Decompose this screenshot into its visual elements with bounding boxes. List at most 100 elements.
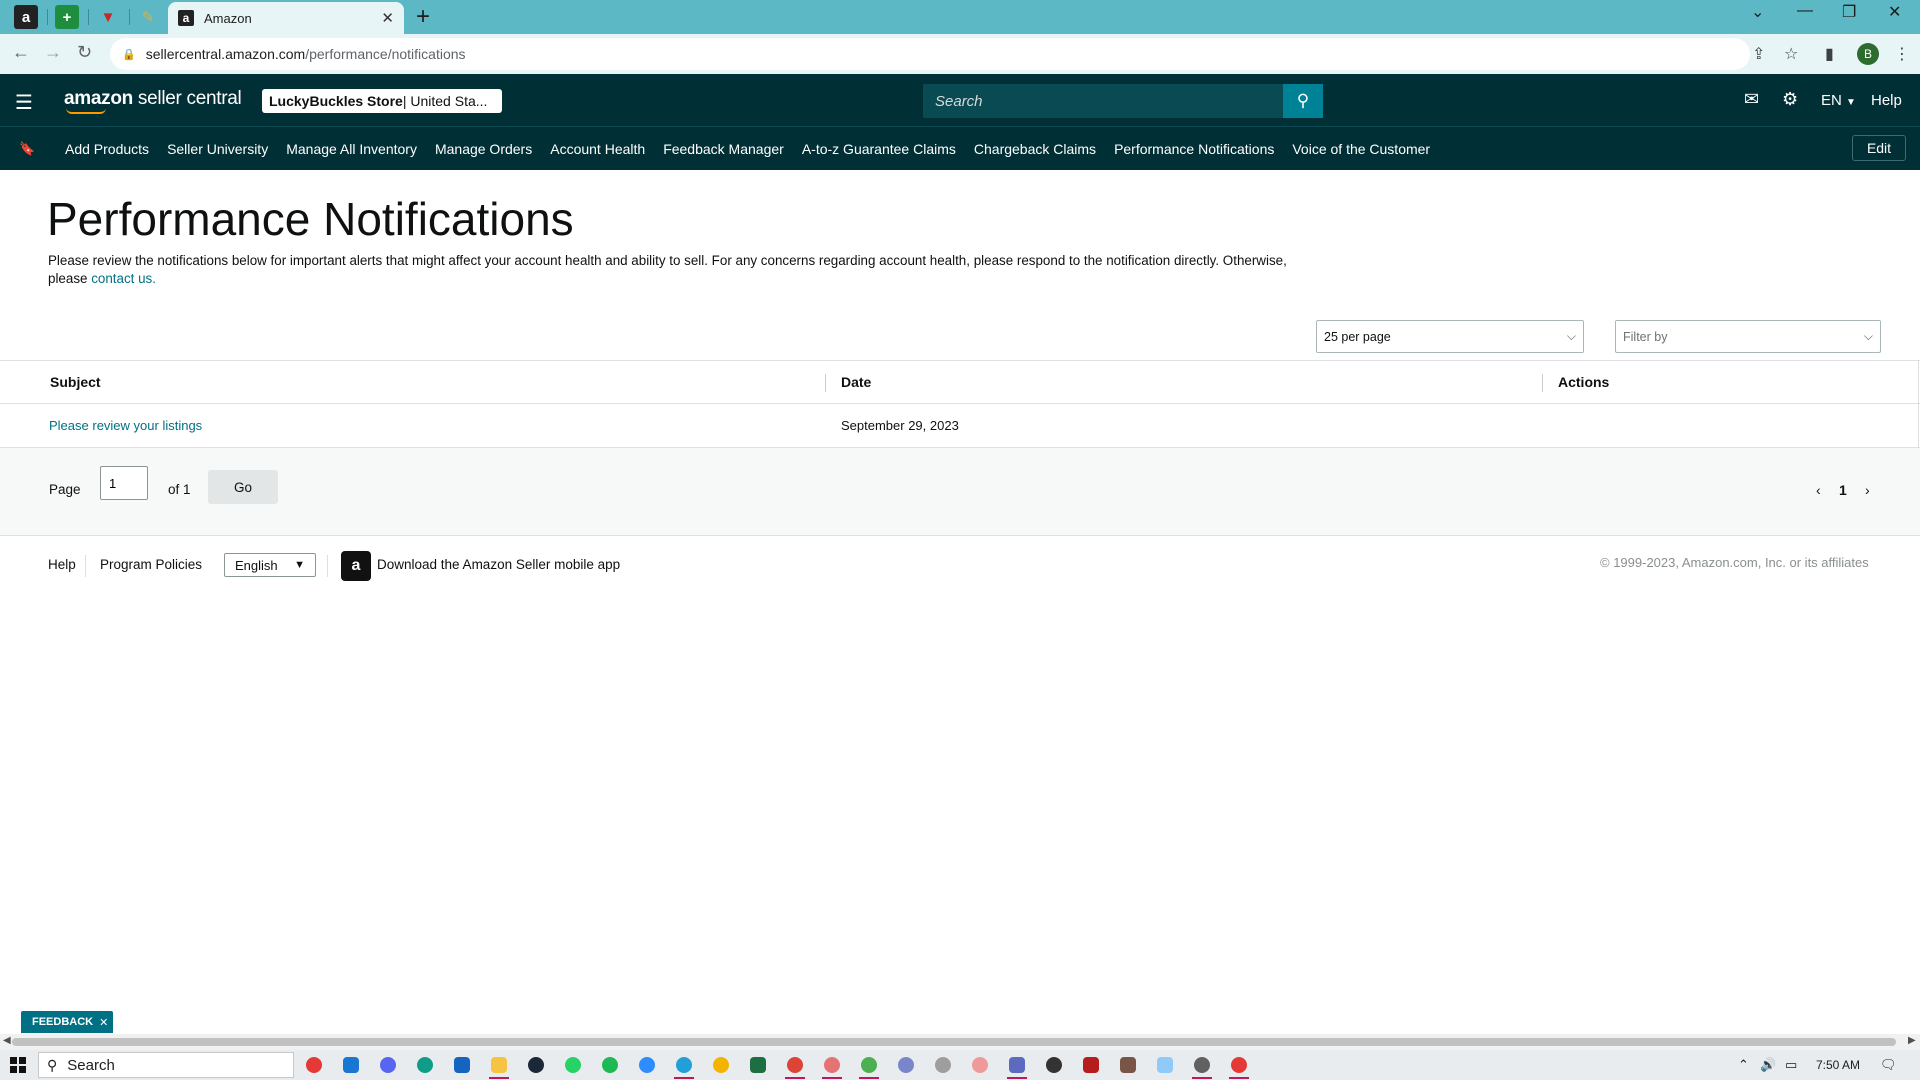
paint-icon[interactable]	[968, 1050, 992, 1080]
page-footer: Help Program Policies English ▼ a Downlo…	[0, 537, 1920, 593]
feedback-tab[interactable]: FEEDBACK ✕	[21, 1011, 113, 1033]
hamburger-menu-icon[interactable]: ☰	[15, 90, 33, 115]
chrome-profile-icon[interactable]	[857, 1050, 881, 1080]
taskbar-search[interactable]: ⚲ Search	[38, 1052, 294, 1078]
remote-app-icon[interactable]	[1227, 1050, 1251, 1080]
help-link[interactable]: Help	[1871, 92, 1902, 109]
prev-page-icon[interactable]: ‹	[1816, 482, 1821, 498]
filter-by-select[interactable]: Filter by ⌵	[1615, 320, 1881, 353]
minimize-button[interactable]: —	[1797, 2, 1813, 20]
edge-icon[interactable]	[413, 1050, 437, 1080]
restore-button[interactable]: ❐	[1842, 2, 1856, 22]
amazon-seller-app-icon[interactable]: a	[341, 551, 371, 581]
download-app-link[interactable]: Download the Amazon Seller mobile app	[377, 557, 620, 572]
star-icon[interactable]: ☆	[1784, 44, 1798, 64]
back-button[interactable]: ←	[12, 42, 30, 63]
file-explorer-icon[interactable]	[487, 1050, 511, 1080]
chrome-icon[interactable]	[709, 1050, 733, 1080]
zoom-icon[interactable]	[635, 1050, 659, 1080]
search-input[interactable]	[923, 84, 1283, 118]
scroll-left-icon[interactable]: ◀	[3, 1035, 11, 1046]
settings-icon[interactable]	[1190, 1050, 1214, 1080]
seller-central-logo[interactable]: amazon seller central	[64, 88, 242, 110]
chevron-down-icon: ⌵	[1566, 329, 1576, 343]
nav-link-seller-university[interactable]: Seller University	[158, 141, 277, 157]
share-icon[interactable]: ⇪	[1752, 44, 1765, 64]
tab-separator	[129, 9, 130, 25]
chrome-profile-icon[interactable]	[894, 1050, 918, 1080]
footer-help-link[interactable]: Help	[48, 557, 76, 572]
mail-app-icon[interactable]	[339, 1050, 363, 1080]
taskbar-clock[interactable]: 7:50 AM	[1816, 1058, 1860, 1072]
new-tab-button[interactable]: +	[416, 3, 430, 31]
battery-icon[interactable]: ▭	[1785, 1057, 1797, 1073]
close-tab-icon[interactable]: ✕	[381, 9, 394, 27]
reload-button[interactable]: ↻	[77, 42, 92, 63]
side-panel-icon[interactable]: ▮	[1825, 44, 1834, 64]
close-window-button[interactable]: ✕	[1888, 2, 1901, 22]
spotify-icon[interactable]	[598, 1050, 622, 1080]
search-icon: ⚲	[47, 1056, 58, 1073]
horizontal-scrollbar[interactable]: ◀ ▶	[0, 1034, 1920, 1050]
scroll-right-icon[interactable]: ▶	[1908, 1035, 1916, 1046]
menu-kebab-icon[interactable]: ⋮	[1894, 44, 1910, 64]
chrome-profile-icon[interactable]	[931, 1050, 955, 1080]
windows-start-icon[interactable]	[10, 1057, 26, 1073]
nav-link-chargeback-claims[interactable]: Chargeback Claims	[965, 141, 1105, 157]
search-button[interactable]: ⚲	[1283, 84, 1323, 118]
notes-icon[interactable]	[1116, 1050, 1140, 1080]
whatsapp-icon[interactable]	[561, 1050, 585, 1080]
per-page-select[interactable]: 25 per page ⌵	[1316, 320, 1584, 353]
excel-icon[interactable]	[746, 1050, 770, 1080]
edit-nav-button[interactable]: Edit	[1852, 135, 1906, 161]
steam-icon[interactable]	[524, 1050, 548, 1080]
tray-chevron-icon[interactable]: ⌃	[1738, 1057, 1749, 1073]
footer-language-select[interactable]: English ▼	[224, 553, 316, 577]
nav-link-manage-all-inventory[interactable]: Manage All Inventory	[277, 141, 426, 157]
forward-button[interactable]: →	[44, 42, 62, 63]
nav-link-performance-notifications[interactable]: Performance Notifications	[1105, 141, 1283, 157]
chrome-profile-icon[interactable]	[820, 1050, 844, 1080]
current-page-number[interactable]: 1	[1839, 482, 1847, 498]
profile-avatar[interactable]: B	[1857, 43, 1879, 65]
url-bar[interactable]: 🔒 sellercentral.amazon.com/performance/n…	[110, 38, 1750, 70]
scrollbar-thumb[interactable]	[12, 1038, 1896, 1046]
notification-subject-link[interactable]: Please review your listings	[49, 418, 202, 433]
tab-search-icon[interactable]: ⌄	[1751, 2, 1764, 22]
contact-us-link[interactable]: contact us.	[91, 271, 156, 286]
pencil-favicon-icon[interactable]: ✎	[136, 5, 160, 29]
nav-link-voice-of-customer[interactable]: Voice of the Customer	[1283, 141, 1439, 157]
nav-link-feedback-manager[interactable]: Feedback Manager	[654, 141, 793, 157]
pinned-tab-icon[interactable]: ▼	[96, 5, 120, 29]
notepad-icon[interactable]	[1153, 1050, 1177, 1080]
nav-link-account-health[interactable]: Account Health	[541, 141, 654, 157]
mail-icon[interactable]: ✉	[1744, 89, 1759, 110]
store-icon[interactable]	[450, 1050, 474, 1080]
go-button[interactable]: Go	[208, 470, 278, 504]
amazon-favicon-icon[interactable]: a	[14, 5, 38, 29]
page-number-input[interactable]	[100, 466, 148, 500]
telegram-icon[interactable]	[672, 1050, 696, 1080]
bookmark-icon[interactable]: 🔖	[19, 141, 35, 157]
app-record-icon[interactable]	[302, 1050, 326, 1080]
sheets-favicon-icon[interactable]: +	[55, 5, 79, 29]
obs-icon[interactable]	[1042, 1050, 1066, 1080]
lock-icon[interactable]: 🔒	[122, 48, 136, 61]
chrome-profile-icon[interactable]	[783, 1050, 807, 1080]
program-policies-link[interactable]: Program Policies	[100, 557, 202, 572]
next-page-icon[interactable]: ›	[1865, 482, 1870, 498]
close-icon[interactable]: ✕	[99, 1016, 108, 1029]
gear-icon[interactable]: ⚙	[1782, 89, 1798, 110]
store-selector[interactable]: LuckyBuckles Store | United Sta...	[262, 89, 502, 113]
notifications-icon[interactable]: 🗨	[1880, 1057, 1897, 1073]
volume-icon[interactable]: 🔊	[1760, 1057, 1776, 1073]
discord-icon[interactable]	[376, 1050, 400, 1080]
column-header-actions: Actions	[1558, 374, 1610, 390]
active-tab[interactable]: a Amazon ✕	[168, 2, 404, 34]
netflix-icon[interactable]	[1079, 1050, 1103, 1080]
nav-link-add-products[interactable]: Add Products	[56, 141, 158, 157]
nav-link-a-to-z-claims[interactable]: A-to-z Guarantee Claims	[793, 141, 965, 157]
nav-link-manage-orders[interactable]: Manage Orders	[426, 141, 541, 157]
language-selector[interactable]: EN ▼	[1821, 92, 1856, 109]
calculator-icon[interactable]	[1005, 1050, 1029, 1080]
